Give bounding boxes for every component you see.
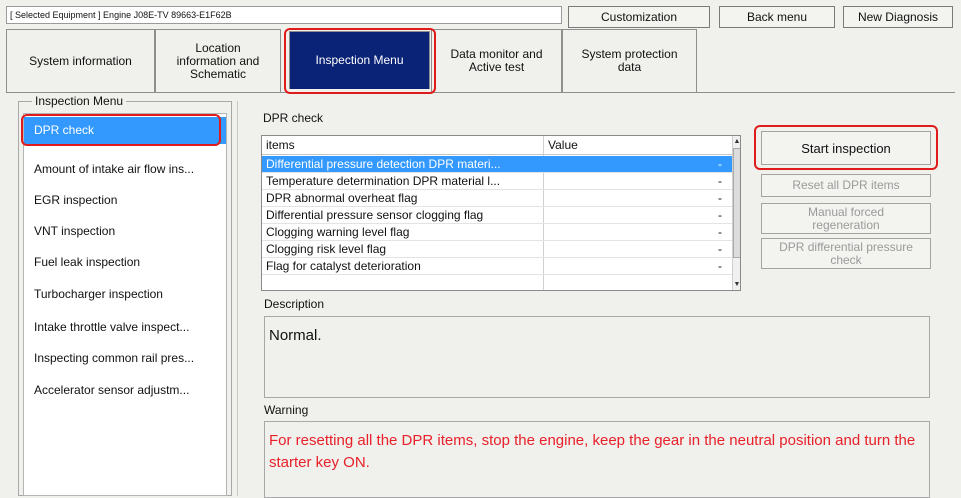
tab-data-monitor-active-test[interactable]: Data monitor and Active test	[431, 29, 562, 92]
row-value: -	[718, 259, 722, 273]
selected-equipment-bar: [ Selected Equipment ] Engine J08E-TV 89…	[6, 6, 562, 24]
dpr-check-title: DPR check	[263, 111, 324, 125]
table-row[interactable]: Temperature determination DPR material l…	[262, 173, 732, 190]
row-item: Clogging warning level flag	[266, 225, 410, 239]
row-item: Flag for catalyst deterioration	[266, 259, 421, 273]
menu-item-common-rail[interactable]: Inspecting common rail pres...	[24, 345, 226, 372]
tab-strip-divider	[6, 92, 955, 93]
inspection-menu-list: DPR check Amount of intake air flow ins.…	[23, 113, 227, 496]
description-label: Description	[264, 297, 325, 311]
table-row[interactable]: Flag for catalyst deterioration -	[262, 258, 732, 275]
column-header-value[interactable]: Value	[544, 136, 732, 155]
row-value: -	[718, 157, 722, 171]
warning-box: For resetting all the DPR items, stop th…	[264, 421, 930, 498]
dpr-differential-pressure-check-button[interactable]: DPR differential pressure check	[761, 238, 931, 269]
manual-forced-regeneration-button[interactable]: Manual forced regeneration	[761, 203, 931, 234]
new-diagnosis-button[interactable]: New Diagnosis	[843, 6, 953, 28]
row-value: -	[718, 225, 722, 239]
description-text: Normal.	[269, 327, 322, 344]
description-box: Normal.	[264, 316, 930, 398]
column-header-items[interactable]: items	[262, 136, 544, 155]
menu-item-fuel-leak[interactable]: Fuel leak inspection	[24, 249, 226, 276]
tab-system-protection-data[interactable]: System protection data	[562, 29, 697, 92]
row-item: Differential pressure detection DPR mate…	[266, 157, 501, 171]
table-row[interactable]: Clogging risk level flag -	[262, 241, 732, 258]
row-item: Temperature determination DPR material l…	[266, 174, 501, 188]
reset-all-dpr-items-button[interactable]: Reset all DPR items	[761, 174, 931, 197]
menu-item-accelerator-sensor[interactable]: Accelerator sensor adjustm...	[24, 377, 226, 404]
menu-item-turbocharger[interactable]: Turbocharger inspection	[24, 281, 226, 308]
row-value: -	[718, 191, 722, 205]
scroll-up-icon[interactable]: ▲	[733, 137, 740, 147]
menu-item-intake-air-flow[interactable]: Amount of intake air flow ins...	[24, 156, 226, 183]
back-menu-button[interactable]: Back menu	[719, 6, 835, 28]
inspection-menu-group-title: Inspection Menu	[32, 94, 127, 108]
row-item: Clogging risk level flag	[266, 242, 387, 256]
menu-item-vnt-inspection[interactable]: VNT inspection	[24, 218, 226, 245]
row-value: -	[718, 208, 722, 222]
warning-text: For resetting all the DPR items, stop th…	[269, 432, 916, 471]
dpr-items-table: items Value Differential pressure detect…	[261, 135, 741, 291]
table-row[interactable]: Differential pressure sensor clogging fl…	[262, 207, 732, 224]
table-row[interactable]: Differential pressure detection DPR mate…	[262, 156, 732, 173]
scroll-down-icon[interactable]: ▼	[733, 280, 740, 290]
start-inspection-highlight	[754, 125, 938, 170]
tab-location-schematic[interactable]: Location information and Schematic	[155, 29, 281, 92]
row-item: DPR abnormal overheat flag	[266, 191, 418, 205]
dpr-check-highlight	[21, 114, 221, 146]
table-scrollbar[interactable]: ▲ ▼	[732, 136, 740, 290]
tab-system-information[interactable]: System information	[6, 29, 155, 92]
menu-item-egr-inspection[interactable]: EGR inspection	[24, 187, 226, 214]
menu-item-intake-throttle-valve[interactable]: Intake throttle valve inspect...	[24, 314, 226, 341]
row-item: Differential pressure sensor clogging fl…	[266, 208, 484, 222]
row-value: -	[718, 242, 722, 256]
row-value: -	[718, 174, 722, 188]
table-row[interactable]: Clogging warning level flag -	[262, 224, 732, 241]
scroll-thumb[interactable]	[733, 148, 740, 258]
inspection-menu-tab-highlight	[284, 28, 436, 94]
warning-label: Warning	[264, 403, 309, 417]
customization-button[interactable]: Customization	[568, 6, 710, 28]
table-row[interactable]: DPR abnormal overheat flag -	[262, 190, 732, 207]
